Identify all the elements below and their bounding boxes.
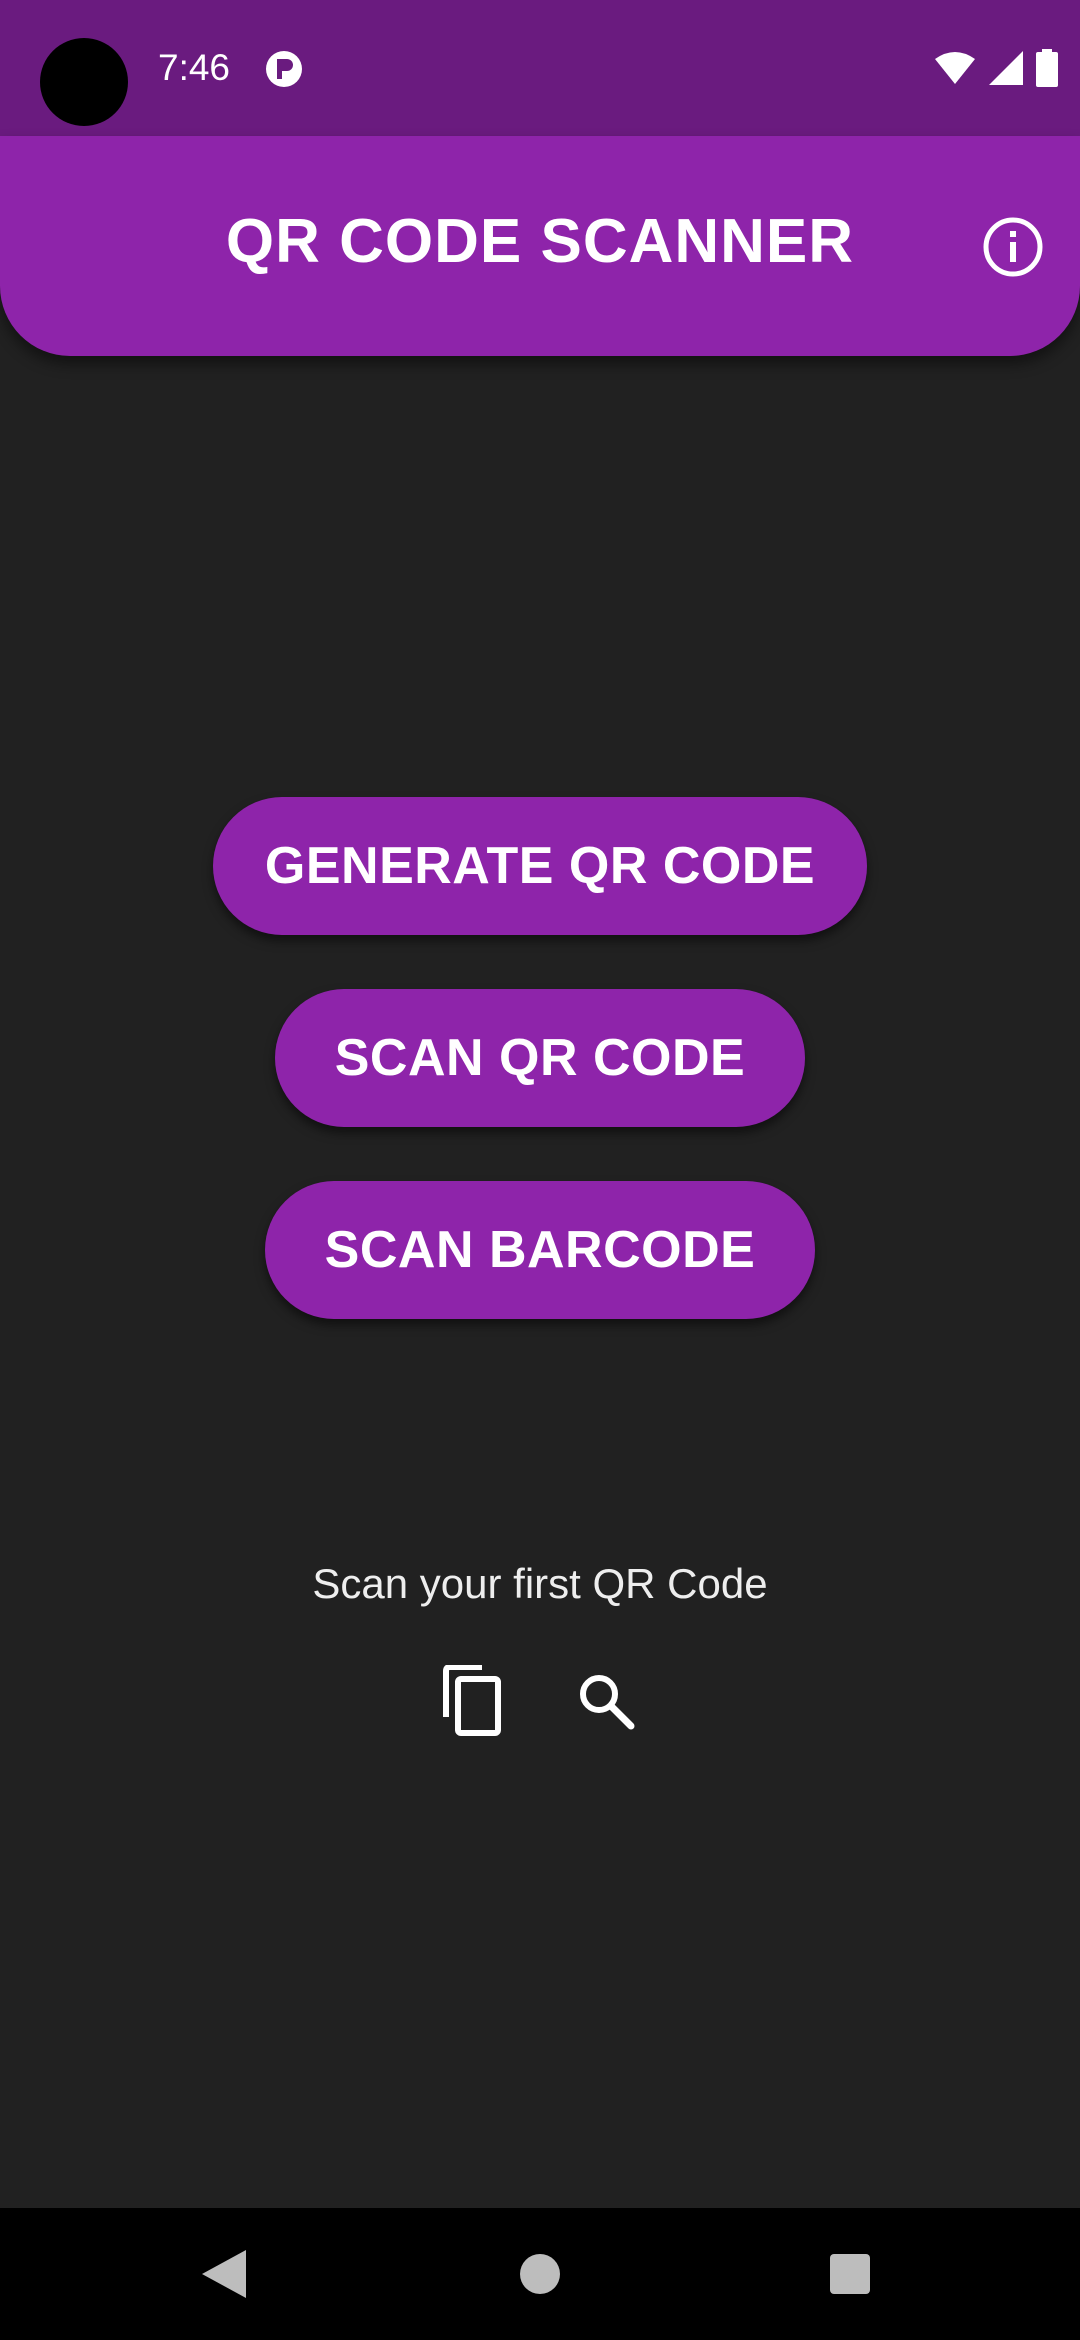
scan-qr-code-button[interactable]: SCAN QR CODE — [275, 989, 805, 1127]
home-icon[interactable] — [520, 2254, 560, 2294]
search-icon[interactable] — [575, 1670, 637, 1732]
app-screen: 7:46 QR CODE SCANNER GENERATE QR CODE SC… — [0, 0, 1080, 2340]
camera-cutout — [40, 38, 128, 126]
empty-state-hint: Scan your first QR Code — [312, 1560, 768, 1607]
battery-icon — [1036, 49, 1058, 87]
navigation-bar — [0, 2208, 1080, 2340]
generate-qr-code-button[interactable]: GENERATE QR CODE — [213, 797, 867, 935]
info-icon[interactable] — [982, 216, 1044, 278]
wifi-icon — [935, 52, 975, 84]
copy-icon[interactable] — [440, 1665, 504, 1739]
notification-app-icon — [266, 51, 302, 87]
scan-barcode-button[interactable]: SCAN BARCODE — [265, 1181, 815, 1319]
app-bar: QR CODE SCANNER — [0, 136, 1080, 356]
status-icons — [934, 48, 1058, 88]
cellular-signal-icon — [989, 51, 1023, 85]
status-time: 7:46 — [158, 47, 231, 88]
recents-icon[interactable] — [830, 2254, 870, 2294]
status-bar: 7:46 — [0, 0, 1080, 136]
app-title: QR CODE SCANNER — [225, 207, 855, 276]
back-icon[interactable] — [200, 2248, 250, 2300]
